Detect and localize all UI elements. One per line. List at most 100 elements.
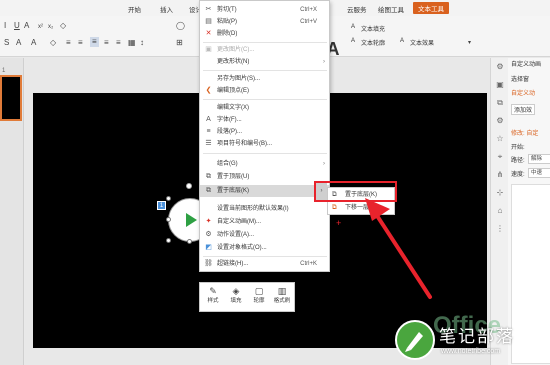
justify-icon[interactable]: ≡ <box>104 38 109 48</box>
resize-handle-bl[interactable] <box>166 238 171 243</box>
animation-order-badge[interactable]: 1 <box>157 201 166 210</box>
line-spacing-icon[interactable]: ↕ <box>140 38 144 48</box>
menu-separator <box>203 256 327 257</box>
menu-item-paragraph[interactable]: ≡ 段落(P)... <box>200 126 329 138</box>
menu-item-group[interactable]: 组合(G) › <box>200 158 329 170</box>
property-select[interactable]: 解除 <box>528 154 550 164</box>
subscript-icon[interactable]: x₂ <box>48 22 53 32</box>
menu-item-action-settings[interactable]: ⚙ 动作设置(A)... <box>200 229 329 241</box>
resize-handle-l[interactable] <box>166 217 171 222</box>
mini-fill-button[interactable]: ◈ 填充 <box>225 285 247 311</box>
arrange-icon[interactable]: ⊞ <box>176 38 183 48</box>
italic-icon[interactable]: I <box>4 21 6 31</box>
text-outline-icon[interactable]: A <box>351 38 355 44</box>
highlight-icon[interactable]: A <box>31 38 36 48</box>
text-fill-label[interactable]: 文本填充 <box>361 24 385 33</box>
network-icon[interactable]: ⊹ <box>495 188 505 198</box>
action-icon: ⚙ <box>205 231 212 238</box>
mini-style-button[interactable]: ✎ 样式 <box>202 285 224 311</box>
chevron-right-icon: › <box>323 161 325 167</box>
play-triangle-shape <box>186 213 197 227</box>
menu-separator <box>203 99 327 100</box>
home-icon[interactable]: ⌂ <box>495 206 505 216</box>
slide-thumbnail[interactable] <box>0 75 22 121</box>
custom-anim-icon: ✦ <box>205 218 212 225</box>
menu-item-edit-text[interactable]: 编辑文字(X) <box>200 102 329 114</box>
tab-text-tools[interactable]: 文本工具 <box>413 2 449 14</box>
select-pane-icon[interactable]: ▣ <box>495 80 505 90</box>
align-left-icon[interactable]: ≡ <box>66 38 71 48</box>
send-backward-icon: ⧉ <box>332 204 337 211</box>
menu-item-hyperlink[interactable]: ⛓ 超链接(H)... Ctrl+K <box>200 258 329 270</box>
menu-item-save-as-picture[interactable]: 另存为图片(S)... <box>200 73 329 85</box>
superscript-icon[interactable]: x² <box>38 22 43 32</box>
pen-logo-icon <box>405 332 423 352</box>
text-outline-label[interactable]: 文本轮廓 <box>361 38 385 47</box>
mini-outline-button[interactable]: ▢ 轮廓 <box>248 285 270 311</box>
menu-item-send-to-back[interactable]: ⧉ 置于底层(K) <box>200 185 329 197</box>
tab-drawing-tools[interactable]: 绘图工具 <box>378 4 404 14</box>
add-effect-button[interactable]: 添加效 <box>511 104 536 115</box>
menu-item-change-picture[interactable]: ▣ 更改图片(C)... <box>200 44 329 56</box>
underline-icon[interactable]: U <box>14 21 20 31</box>
layers-icon[interactable]: ⧉ <box>495 98 505 108</box>
pane-title: 自定义动画 <box>511 62 542 68</box>
mini-format-painter-button[interactable]: ▥ 格式刷 <box>271 285 293 311</box>
distribute-icon[interactable]: ≡ <box>116 38 121 48</box>
watermark-logo <box>395 320 435 360</box>
fill-bucket-icon: ◈ <box>232 286 240 296</box>
send-back-icon: ⧉ <box>206 187 211 194</box>
watermark-title: 笔记部落 <box>439 327 515 347</box>
menu-item-edit-points[interactable]: ❮ 编辑顶点(E) <box>200 85 329 97</box>
text-direction-icon[interactable]: ◇ <box>50 38 56 48</box>
change-picture-icon: ▣ <box>205 46 212 53</box>
start-label: 开始: <box>511 145 525 151</box>
align-center-icon[interactable]: ≡ <box>90 37 99 47</box>
menu-separator <box>203 42 327 43</box>
menu-item-format-object[interactable]: ◩ 设置对象格式(O)... <box>200 242 329 254</box>
star-icon[interactable]: ☆ <box>495 134 505 144</box>
menu-separator <box>203 70 327 71</box>
red-arrow-annotation <box>365 198 432 299</box>
rotate-handle[interactable] <box>186 183 192 189</box>
paragraph-icon: ≡ <box>206 128 211 135</box>
shape-icon[interactable]: ◯ <box>176 21 185 31</box>
resize-handle-tl[interactable] <box>166 196 171 201</box>
settings-icon[interactable]: ⚙ <box>495 116 505 126</box>
menu-item-bring-to-front[interactable]: ⧉ 置于顶层(U) <box>200 171 329 183</box>
text-effect-icon[interactable]: A <box>400 38 404 44</box>
menu-item-custom-animation[interactable]: ✦ 自定义动画(M)... <box>200 216 329 228</box>
resize-handle-b[interactable] <box>187 239 192 244</box>
menu-item-change-shape[interactable]: 更改形状(N) › <box>200 56 329 68</box>
menu-item-bullets[interactable]: ☰ 项目符号和编号(B)... <box>200 138 329 150</box>
text-effect-label[interactable]: 文本效果 <box>410 38 434 47</box>
clear-format-icon[interactable]: ◇ <box>60 21 66 31</box>
strikethrough-icon[interactable]: S <box>4 38 9 48</box>
tab-cloud[interactable]: 云服务 <box>347 4 367 14</box>
columns-icon[interactable]: ▦ <box>128 38 136 48</box>
bullets-icon: ☰ <box>205 140 212 147</box>
menu-item-set-default[interactable]: 设置当前图形的默认效果(I) <box>200 203 329 215</box>
tab-insert[interactable]: 插入 <box>160 4 173 14</box>
tab-home[interactable]: 开始 <box>128 4 141 14</box>
mini-toolbar: ✎ 样式 ◈ 填充 ▢ 轮廓 ▥ 格式刷 <box>199 282 295 312</box>
share-icon[interactable]: ⋔ <box>495 170 505 180</box>
menu-separator <box>203 153 327 154</box>
grid-icon[interactable]: ⋮ <box>495 224 505 234</box>
menu-item-cut[interactable]: ✂ 剪切(T) Ctrl+X <box>200 4 329 16</box>
cursor-cross-icon: + <box>336 218 342 228</box>
speed-label: 速度: <box>511 172 525 178</box>
tag-icon[interactable]: ⌖ <box>495 152 505 162</box>
menu-item-delete[interactable]: ✕ 删除(D) <box>200 28 329 40</box>
more-icon[interactable]: ▾ <box>468 38 471 48</box>
font-color-icon[interactable]: A <box>24 21 29 31</box>
text-fill-icon[interactable]: A <box>351 24 355 30</box>
select-pane-link[interactable]: 选择窗 <box>511 74 529 83</box>
custom-anim-header: 自定义动 <box>511 91 536 97</box>
char-space-icon[interactable]: A <box>16 38 21 48</box>
settings-icon[interactable]: ⚙ <box>495 62 505 72</box>
align-right-icon[interactable]: ≡ <box>78 38 83 48</box>
speed-select[interactable]: 中速 <box>528 168 550 178</box>
menu-item-font[interactable]: A 字体(F)... <box>200 114 329 126</box>
menu-item-paste[interactable]: ▤ 粘贴(P) Ctrl+V <box>200 16 329 28</box>
